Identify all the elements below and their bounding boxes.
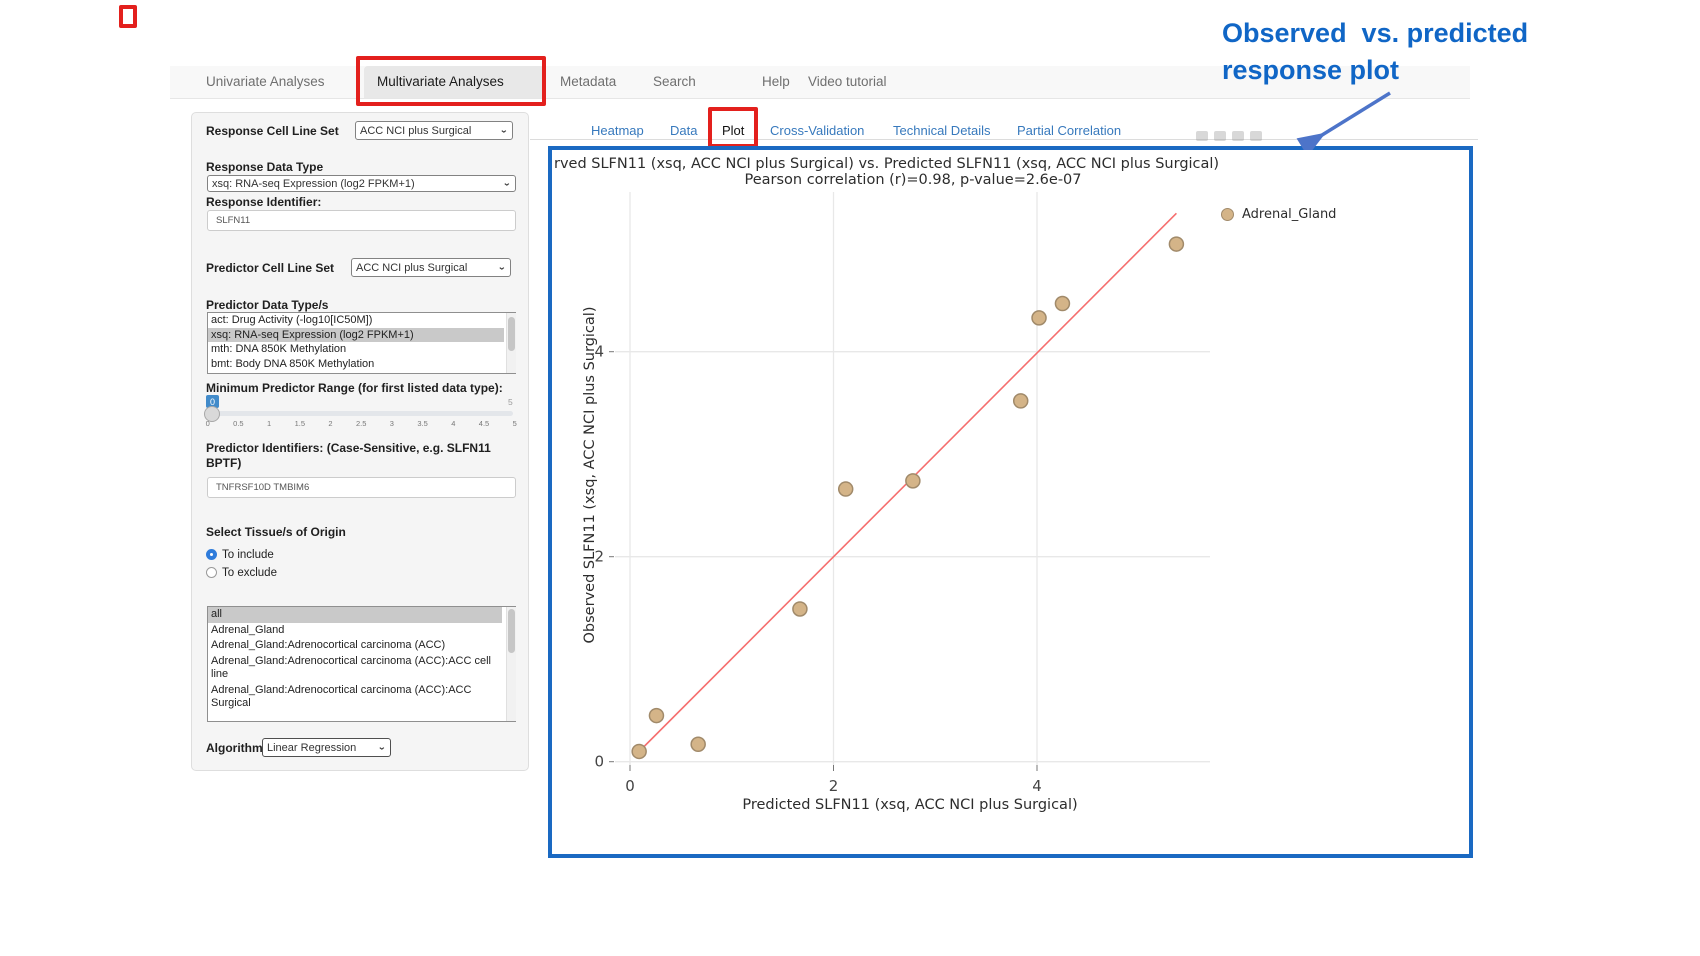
- nav-item-metadata[interactable]: Metadata: [560, 74, 616, 89]
- legend-item-adrenal-gland[interactable]: Adrenal_Gland: [1221, 207, 1336, 222]
- slider-tick-label: 3.5: [417, 419, 427, 428]
- nav-item-univariate-analyses[interactable]: Univariate Analyses: [206, 74, 325, 89]
- tissue-origin-label: Select Tissue/s of Origin: [206, 525, 346, 539]
- list-item[interactable]: act: Drug Activity (-log10[IC50M]): [208, 313, 504, 328]
- app-window: Univariate Analyses Multivariate Analyses…: [0, 0, 1700, 956]
- chevron-down-icon: ⌄: [378, 743, 386, 752]
- data-point: [632, 744, 646, 758]
- modebar-zoom-icon[interactable]: [1214, 131, 1226, 141]
- modebar-camera-icon[interactable]: [1196, 131, 1208, 141]
- slider-max-label: 5: [508, 397, 513, 407]
- radio-to-exclude-label[interactable]: To exclude: [222, 567, 277, 579]
- axis-tick-label: 0: [594, 753, 604, 771]
- predictor-cell-line-set-label: Predictor Cell Line Set: [206, 261, 334, 275]
- chevron-down-icon: ⌄: [503, 179, 511, 188]
- axis-tick-label: 4: [1032, 777, 1042, 795]
- min-predictor-range-slider[interactable]: [207, 411, 513, 416]
- chevron-down-icon: ⌄: [500, 126, 508, 135]
- tab-technical-details[interactable]: Technical Details: [893, 123, 991, 138]
- list-item[interactable]: Adrenal_Gland:Adrenocortical carcinoma (…: [208, 638, 502, 654]
- list-item[interactable]: bmt: Body DNA 850K Methylation: [208, 357, 504, 372]
- slider-tick-label: 2.5: [356, 419, 366, 428]
- list-item[interactable]: Adrenal_Gland:Adrenocortical carcinoma (…: [208, 654, 502, 683]
- slider-tick-label: 2: [328, 419, 332, 428]
- tab-data[interactable]: Data: [670, 123, 697, 138]
- response-identifier-label: Response Identifier:: [206, 195, 321, 209]
- slider-tick-label: 5: [513, 419, 517, 428]
- scrollbar-track[interactable]: [506, 607, 516, 721]
- slider-tick-label: 0: [206, 419, 210, 428]
- slider-tick-label: 0.5: [233, 419, 243, 428]
- radio-to-exclude[interactable]: [206, 567, 217, 578]
- response-data-type-select[interactable]: xsq: RNA-seq Expression (log2 FPKM+1) ⌄: [207, 175, 516, 192]
- predictor-identifiers-label: Predictor Identifiers: (Case-Sensitive, …: [206, 441, 518, 470]
- list-item[interactable]: Adrenal_Gland: [208, 623, 502, 639]
- predictor-data-types-listbox[interactable]: act: Drug Activity (-log10[IC50M])xsq: R…: [207, 312, 516, 374]
- data-point: [1032, 311, 1046, 325]
- slider-tick-label: 1: [267, 419, 271, 428]
- predictor-data-types-label: Predictor Data Type/s: [206, 298, 328, 312]
- tab-partial-correlation[interactable]: Partial Correlation: [1017, 123, 1121, 138]
- nav-item-multivariate-analyses[interactable]: Multivariate Analyses: [377, 74, 504, 89]
- red-marker-fragment: [119, 5, 137, 28]
- axis-tick-label: 0: [625, 777, 635, 795]
- data-point: [839, 482, 853, 496]
- algorithm-label: Algorithm: [206, 741, 263, 755]
- axis-tick-label: 2: [594, 548, 604, 566]
- list-item[interactable]: Adrenal_Gland:Adrenocortical carcinoma (…: [208, 683, 502, 712]
- modebar-pan-icon[interactable]: [1232, 131, 1244, 141]
- nav-item-search[interactable]: Search: [653, 74, 696, 89]
- annotation-arrow-icon: [1290, 85, 1410, 150]
- data-point: [649, 709, 663, 723]
- slider-tick-label: 4.5: [479, 419, 489, 428]
- data-point: [691, 737, 705, 751]
- list-item[interactable]: xsq: RNA-seq Expression (log2 FPKM+1): [208, 328, 504, 343]
- chevron-down-icon: ⌄: [498, 263, 506, 272]
- scrollbar-track[interactable]: [506, 313, 516, 373]
- response-cell-line-set-select[interactable]: ACC NCI plus Surgical ⌄: [355, 121, 513, 140]
- radio-to-include-label[interactable]: To include: [222, 549, 274, 561]
- predictor-identifiers-input[interactable]: TNFRSF10D TMBIM6: [207, 477, 516, 498]
- response-data-type-label: Response Data Type: [206, 160, 323, 174]
- scrollbar-thumb[interactable]: [508, 317, 515, 351]
- list-item[interactable]: mth: DNA 850K Methylation: [208, 342, 504, 357]
- response-identifier-input[interactable]: SLFN11: [207, 210, 516, 231]
- legend-marker-icon: [1221, 208, 1234, 221]
- slider-tick-labels: 0 0.5 1 1.5 2 2.5 3 3.5 4 4.5 5: [202, 419, 522, 429]
- nav-item-help[interactable]: Help: [762, 74, 790, 89]
- annotation-text-line1: Observed vs. predicted: [1222, 18, 1528, 49]
- list-item[interactable]: all: [208, 607, 502, 623]
- data-point: [906, 474, 920, 488]
- data-point: [793, 602, 807, 616]
- tab-plot[interactable]: Plot: [722, 123, 744, 138]
- modebar-autoscale-icon[interactable]: [1250, 131, 1262, 141]
- slider-tick-label: 1.5: [295, 419, 305, 428]
- nav-item-video-tutorial[interactable]: Video tutorial: [808, 74, 887, 89]
- tab-heatmap[interactable]: Heatmap: [591, 123, 644, 138]
- data-point: [1055, 297, 1069, 311]
- slider-tick-label: 4: [451, 419, 455, 428]
- tissue-origin-listbox[interactable]: allAdrenal_GlandAdrenal_Gland:Adrenocort…: [207, 606, 516, 722]
- tab-cross-validation[interactable]: Cross-Validation: [770, 123, 864, 138]
- annotation-text-line2: response plot: [1222, 55, 1399, 86]
- scrollbar-thumb[interactable]: [508, 609, 515, 653]
- radio-to-include[interactable]: [206, 549, 217, 560]
- data-point: [1014, 394, 1028, 408]
- scatter-plot: 0 2 4 0 2 4: [552, 151, 1472, 851]
- data-point: [1169, 237, 1183, 251]
- response-cell-line-set-label: Response Cell Line Set: [206, 124, 339, 138]
- slider-tick-label: 3: [390, 419, 394, 428]
- axis-tick-label: 2: [829, 777, 839, 795]
- predictor-cell-line-set-select[interactable]: ACC NCI plus Surgical ⌄: [351, 258, 511, 277]
- axis-tick-label: 4: [594, 343, 604, 361]
- algorithm-select[interactable]: Linear Regression ⌄: [262, 738, 391, 757]
- min-predictor-range-label: Minimum Predictor Range (for first liste…: [206, 381, 503, 395]
